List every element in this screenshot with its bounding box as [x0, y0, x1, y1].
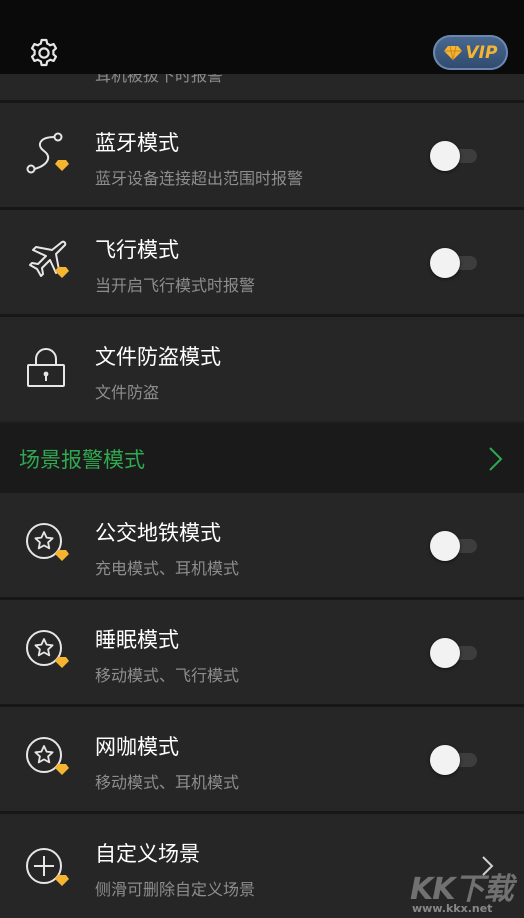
vip-button[interactable]: VIP: [433, 35, 508, 70]
premium-diamond-icon: [55, 657, 69, 668]
star-circle-icon: [26, 523, 69, 561]
row-subtitle: 充电模式、耳机模式: [95, 559, 240, 578]
section-title: 场景报警模式: [19, 448, 145, 472]
partial-item-subtitle: 耳机被拔下时报警: [95, 74, 224, 85]
premium-diamond-icon: [55, 875, 69, 886]
bluetooth-mode-toggle[interactable]: [430, 141, 478, 171]
row-subtitle: 移动模式、耳机模式: [95, 773, 240, 792]
premium-diamond-icon: [55, 267, 69, 278]
star-circle-icon: [26, 630, 69, 668]
list-item-bluetooth-mode[interactable]: 蓝牙模式 蓝牙设备连接超出范围时报警: [0, 103, 524, 207]
row-subtitle: 当开启飞行模式时报警: [95, 276, 256, 295]
chevron-right-icon: [489, 447, 503, 471]
row-title: 睡眠模式: [95, 628, 179, 652]
row-subtitle: 蓝牙设备连接超出范围时报警: [95, 169, 304, 188]
premium-diamond-icon: [55, 764, 69, 775]
lock-icon: [27, 348, 65, 387]
row-subtitle: 侧滑可删除自定义场景: [95, 880, 256, 899]
diamond-icon: [443, 45, 462, 60]
toggle-knob: [430, 638, 460, 668]
toggle-knob: [430, 745, 460, 775]
watermark-url: www.kkx.net: [412, 902, 493, 915]
row-subtitle: 移动模式、飞行模式: [95, 666, 240, 685]
list-item-sleep-mode[interactable]: 睡眠模式 移动模式、飞行模式: [0, 600, 524, 704]
row-title: 网咖模式: [95, 735, 179, 759]
row-title: 文件防盗模式: [95, 345, 221, 369]
row-title: 飞行模式: [95, 238, 179, 262]
star-circle-icon: [26, 737, 69, 775]
airplane-icon: [29, 240, 69, 278]
toggle-knob: [430, 531, 460, 561]
sleep-mode-toggle[interactable]: [430, 638, 478, 668]
premium-diamond-icon: [55, 550, 69, 561]
toggle-knob: [430, 248, 460, 278]
top-bar: VIP: [0, 0, 524, 74]
scene-alarm-section-header[interactable]: 场景报警模式: [0, 423, 524, 493]
watermark: KK下载 www.kkx.net: [400, 860, 524, 918]
bus-subway-mode-toggle[interactable]: [430, 531, 478, 561]
partial-list-item[interactable]: 耳机被拔下时报警: [0, 74, 524, 100]
bluetooth-route-icon: [26, 132, 69, 174]
row-title: 自定义场景: [95, 842, 200, 866]
premium-diamond-icon: [55, 160, 69, 171]
vip-label: VIP: [465, 42, 498, 63]
row-subtitle: 文件防盗: [95, 383, 160, 402]
row-title: 蓝牙模式: [95, 131, 179, 155]
plus-circle-icon: [26, 848, 69, 886]
internet-cafe-mode-toggle[interactable]: [430, 745, 478, 775]
list-item-file-protection-mode[interactable]: 文件防盗模式 文件防盗: [0, 317, 524, 421]
toggle-knob: [430, 141, 460, 171]
row-title: 公交地铁模式: [95, 521, 221, 545]
list-item-bus-subway-mode[interactable]: 公交地铁模式 充电模式、耳机模式: [0, 493, 524, 597]
list-item-internet-cafe-mode[interactable]: 网咖模式 移动模式、耳机模式: [0, 707, 524, 811]
status-bar-remnant: [60, 0, 200, 4]
airplane-mode-toggle[interactable]: [430, 248, 478, 278]
list-item-airplane-mode[interactable]: 飞行模式 当开启飞行模式时报警: [0, 210, 524, 314]
settings-gear-icon[interactable]: [28, 37, 60, 69]
